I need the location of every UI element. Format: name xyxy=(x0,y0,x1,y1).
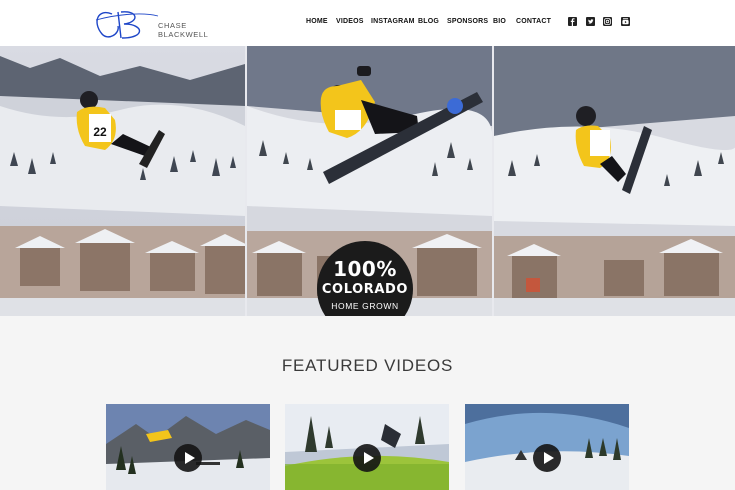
instagram-icon[interactable] xyxy=(603,17,612,26)
hero-banner: 22 100% COLORADO HOME GROWN xyxy=(0,46,735,337)
twitter-icon[interactable] xyxy=(586,17,595,26)
nav-contact[interactable]: CONTACT xyxy=(516,18,551,25)
site-header: CHASE BLACKWELL HOME VIDEOS INSTAGRAM BL… xyxy=(0,0,735,46)
bib-number: 22 xyxy=(93,125,107,139)
nav-home[interactable]: HOME xyxy=(306,18,328,25)
featured-videos-section: FEATURED VIDEOS xyxy=(0,316,735,490)
video-thumbnail-3[interactable] xyxy=(465,404,629,490)
hero-photo-3 xyxy=(494,46,735,316)
play-icon[interactable] xyxy=(353,444,381,472)
hero-photo-1: 22 xyxy=(0,46,245,316)
video-thumbnail-2[interactable] xyxy=(285,404,449,490)
featured-videos-title: FEATURED VIDEOS xyxy=(281,356,454,375)
nav-bio[interactable]: BIO xyxy=(493,18,506,25)
play-icon[interactable] xyxy=(533,444,561,472)
video-thumbnail-1[interactable] xyxy=(106,404,270,490)
nav-instagram[interactable]: INSTAGRAM xyxy=(371,18,415,25)
nav-blog[interactable]: BLOG xyxy=(418,18,439,25)
badge-state: COLORADO xyxy=(321,282,409,297)
nav-sponsors[interactable]: SPONSORS xyxy=(447,18,488,25)
nav-videos[interactable]: VIDEOS xyxy=(336,18,364,25)
badge-tagline: HOME GROWN xyxy=(331,301,399,311)
play-icon[interactable] xyxy=(174,444,202,472)
facebook-icon[interactable] xyxy=(568,17,577,26)
badge-percent: 100% xyxy=(333,257,397,281)
youtube-icon[interactable] xyxy=(621,17,630,26)
